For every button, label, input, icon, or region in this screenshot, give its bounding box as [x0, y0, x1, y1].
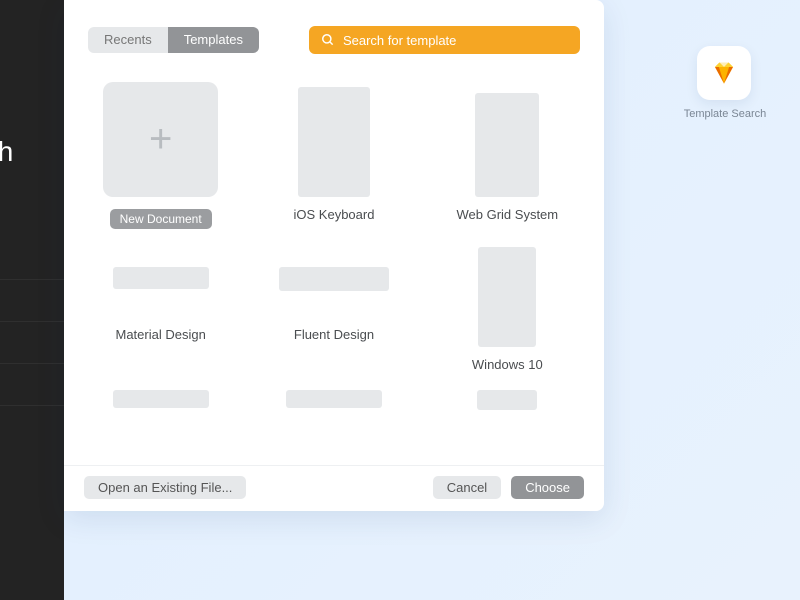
app-title-fragment: tch: [0, 136, 13, 168]
template-partial-2[interactable]: [261, 390, 406, 412]
app-icon[interactable]: [697, 46, 751, 100]
new-document-thumb: +: [103, 82, 218, 197]
welcome-sidebar: tch torials ox s esigns: [0, 0, 64, 600]
sidebar-items: torials ox s esigns: [0, 238, 64, 406]
template-new-document[interactable]: + New Document: [88, 82, 233, 229]
search-placeholder: Search for template: [343, 33, 456, 48]
open-existing-file-button[interactable]: Open an Existing File...: [84, 476, 246, 499]
template-thumb: [113, 267, 209, 289]
template-web-grid[interactable]: Web Grid System: [435, 82, 580, 229]
template-ios-keyboard[interactable]: iOS Keyboard: [261, 82, 406, 229]
template-thumb: [113, 390, 209, 408]
template-material-design[interactable]: Material Design: [88, 247, 233, 372]
template-partial-1[interactable]: [88, 390, 233, 412]
search-input[interactable]: Search for template: [309, 26, 580, 54]
template-thumb: [475, 93, 539, 197]
template-chooser-modal: Recents Templates Search for template + …: [64, 0, 604, 511]
template-grid: + New Document iOS Keyboard Web Grid Sys…: [64, 62, 604, 465]
template-thumb: [279, 267, 389, 291]
choose-button[interactable]: Choose: [511, 476, 584, 499]
sidebar-item[interactable]: ox: [0, 280, 64, 322]
sidebar-item[interactable]: s: [0, 322, 64, 364]
search-icon: [321, 33, 335, 47]
template-fluent-design[interactable]: Fluent Design: [261, 247, 406, 372]
template-thumb: [286, 390, 382, 408]
modal-footer: Open an Existing File... Cancel Choose: [64, 465, 604, 511]
sidebar-item[interactable]: torials: [0, 238, 64, 280]
tab-segmented-control: Recents Templates: [88, 27, 259, 53]
template-label: Fluent Design: [294, 327, 374, 342]
tab-recents[interactable]: Recents: [88, 27, 168, 53]
plus-icon: +: [149, 117, 172, 162]
app-icon-label: Template Search: [675, 108, 775, 120]
template-windows-10[interactable]: Windows 10: [435, 247, 580, 372]
template-thumb: [477, 390, 537, 410]
sidebar-item[interactable]: esigns: [0, 364, 64, 406]
cancel-button[interactable]: Cancel: [433, 476, 501, 499]
template-label: Web Grid System: [457, 207, 559, 222]
template-thumb: [298, 87, 370, 197]
template-label: Material Design: [116, 327, 206, 342]
template-partial-3[interactable]: [435, 390, 580, 412]
template-label: New Document: [110, 209, 212, 229]
modal-header: Recents Templates Search for template: [64, 0, 604, 62]
template-thumb: [478, 247, 536, 347]
template-label: iOS Keyboard: [294, 207, 375, 222]
tab-templates[interactable]: Templates: [168, 27, 259, 53]
diamond-icon: [709, 58, 739, 88]
template-label: Windows 10: [472, 357, 543, 372]
